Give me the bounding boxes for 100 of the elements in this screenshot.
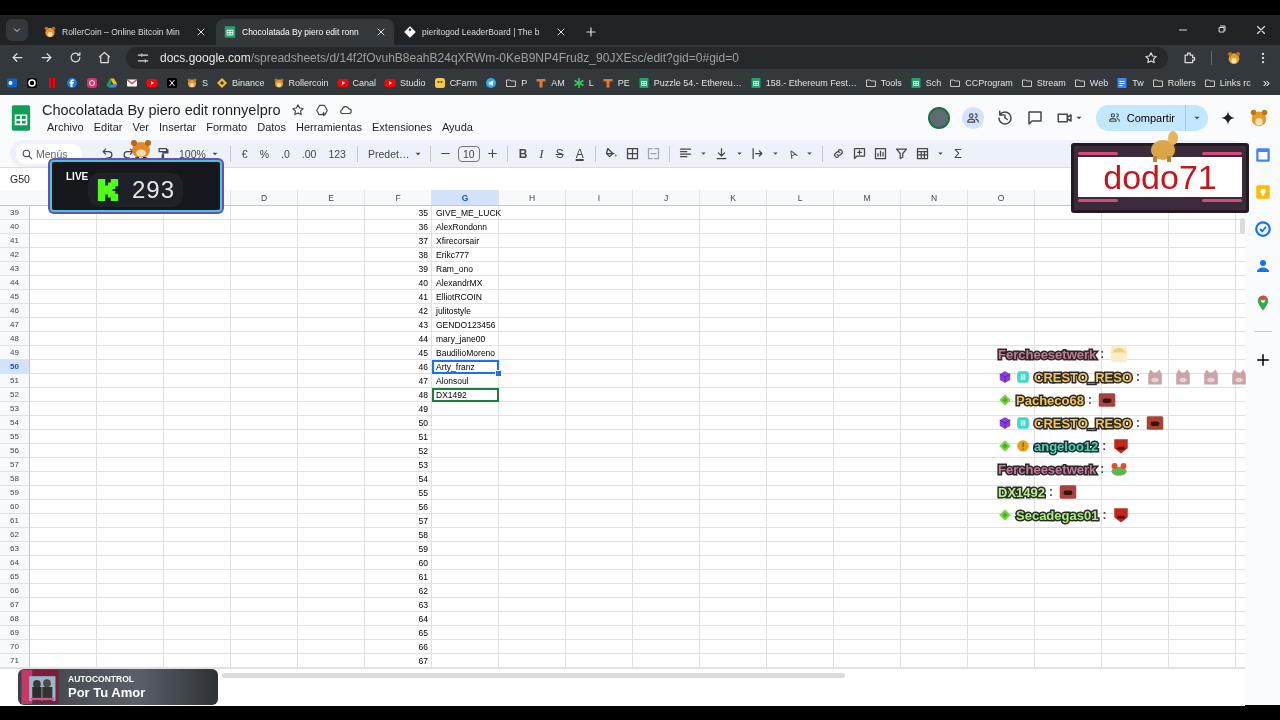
bookmark[interactable]: Tools	[860, 72, 906, 93]
more-bookmarks-button[interactable]: »	[1254, 75, 1278, 90]
browser-tab[interactable]: pieritogod LeaderBoard | The b	[396, 19, 574, 45]
table-cell[interactable]: 39	[365, 262, 432, 276]
menu-item[interactable]: Archivo	[42, 119, 89, 134]
bookmark[interactable]: AM	[531, 72, 569, 93]
restore-icon[interactable]	[1216, 23, 1228, 35]
site-settings-icon[interactable]	[136, 50, 150, 65]
currency-button[interactable]: €	[238, 147, 251, 160]
menu-item[interactable]: Extensiones	[367, 119, 437, 134]
column-header[interactable]: E	[298, 190, 365, 205]
row-header[interactable]: 40	[0, 220, 30, 234]
caret-icon[interactable]	[805, 149, 815, 158]
bold-button[interactable]: B	[515, 146, 531, 161]
decrease-decimals-button[interactable]: .0	[278, 147, 293, 160]
table-cell[interactable]: BaudilioMoreno	[432, 346, 499, 360]
close-icon[interactable]	[555, 26, 567, 38]
caret-icon[interactable]	[734, 149, 744, 158]
paint-format-icon[interactable]	[156, 146, 171, 161]
table-cell[interactable]: 59	[365, 542, 432, 556]
rotate-text-button[interactable]: A	[783, 144, 802, 163]
table-cell[interactable]: julitostyle	[432, 304, 499, 318]
menu-item[interactable]: Insertar	[153, 119, 202, 134]
zoom-dropdown[interactable]: 100%	[177, 147, 222, 160]
browser-tab[interactable]: RollerCoin – Online Bitcoin Min	[36, 19, 214, 45]
row-header[interactable]: 44	[0, 276, 30, 290]
star-icon[interactable]	[290, 102, 305, 117]
extensions-icon[interactable]	[1182, 50, 1197, 65]
wrap-icon[interactable]	[749, 146, 765, 161]
table-cell[interactable]: 47	[365, 374, 432, 388]
row-header[interactable]: 48	[0, 332, 30, 346]
table-cell[interactable]: 48	[365, 388, 432, 402]
row-header[interactable]: 52	[0, 388, 30, 402]
row-header[interactable]: 55	[0, 430, 30, 444]
menu-item[interactable]: Herramientas	[290, 119, 367, 134]
table-cell[interactable]: Ram_ono	[432, 262, 499, 276]
table-cell[interactable]: 67	[365, 654, 432, 668]
increase-size-icon[interactable]	[485, 147, 499, 160]
row-header[interactable]: 65	[0, 570, 30, 584]
table-cell[interactable]: Xfirecorsair	[432, 234, 499, 248]
row-header[interactable]: 59	[0, 486, 30, 500]
row-header[interactable]: 62	[0, 528, 30, 542]
move-to-drive-icon[interactable]	[314, 102, 329, 117]
font-size-field[interactable]: 10	[457, 145, 480, 162]
table-cell[interactable]: 37	[365, 234, 432, 248]
caret-icon[interactable]	[770, 149, 780, 158]
column-header[interactable]: K	[700, 190, 767, 205]
column-header[interactable]: M	[834, 190, 901, 205]
close-icon[interactable]	[195, 26, 207, 38]
forward-icon[interactable]	[39, 50, 54, 65]
tab-list-button[interactable]	[6, 19, 28, 41]
table-cell[interactable]: 43	[365, 318, 432, 332]
table-cell[interactable]: 55	[365, 486, 432, 500]
row-header[interactable]: 47	[0, 318, 30, 332]
row-header[interactable]: 69	[0, 626, 30, 640]
column-header[interactable]: O	[968, 190, 1035, 205]
text-color-button[interactable]: A	[572, 146, 587, 161]
row-header[interactable]: 57	[0, 458, 30, 472]
row-header[interactable]: 60	[0, 500, 30, 514]
star-icon[interactable]	[1144, 50, 1158, 65]
table-cell[interactable]: 62	[365, 584, 432, 598]
bookmark[interactable]: CFarm	[429, 72, 482, 93]
table-cell[interactable]: 50	[365, 416, 432, 430]
table-cell[interactable]: ElliotRCOIN	[432, 290, 499, 304]
borders-icon[interactable]	[624, 146, 640, 161]
table-cell[interactable]: 40	[365, 276, 432, 290]
row-header[interactable]: 53	[0, 402, 30, 416]
redo-icon[interactable]	[121, 146, 136, 161]
menu-item[interactable]: Formato	[201, 119, 253, 134]
table-cell[interactable]: 57	[365, 514, 432, 528]
document-title[interactable]: Chocolatada By piero edit ronnyelpro	[42, 101, 281, 118]
close-icon[interactable]	[375, 26, 387, 38]
table-cell[interactable]: Alonsoul	[432, 374, 499, 388]
bookmark[interactable]: Rollercoin	[268, 72, 333, 93]
new-tab-icon[interactable]	[584, 25, 598, 39]
bookmark[interactable]: P	[501, 72, 532, 93]
history-icon[interactable]	[995, 108, 1014, 127]
row-header[interactable]: 42	[0, 248, 30, 262]
table-cell[interactable]: 58	[365, 528, 432, 542]
add-comment-icon[interactable]	[852, 146, 868, 161]
row-header[interactable]: 56	[0, 444, 30, 458]
row-header[interactable]: 63	[0, 542, 30, 556]
table-cell[interactable]: AlexandrMX	[432, 276, 499, 290]
filter-icon[interactable]	[894, 146, 910, 161]
back-icon[interactable]	[10, 50, 25, 65]
table-cell[interactable]: DX1492	[432, 388, 499, 402]
row-header[interactable]: 43	[0, 262, 30, 276]
functions-button[interactable]: Σ	[951, 146, 966, 161]
row-header[interactable]: 45	[0, 290, 30, 304]
table-cell[interactable]: 44	[365, 332, 432, 346]
table-cell[interactable]: 52	[365, 444, 432, 458]
table-cell[interactable]: mary_jane00	[432, 332, 499, 346]
column-header[interactable]: H	[499, 190, 566, 205]
chart-icon[interactable]	[873, 146, 889, 161]
merge-cells-icon[interactable]	[645, 146, 661, 161]
row-header[interactable]: 64	[0, 556, 30, 570]
bookmark[interactable]: Puzzle 54.- Ethereu…	[633, 72, 746, 93]
column-header[interactable]: D	[231, 190, 298, 205]
table-icon[interactable]	[915, 146, 931, 161]
scrollbar-thumb[interactable]	[222, 673, 845, 678]
